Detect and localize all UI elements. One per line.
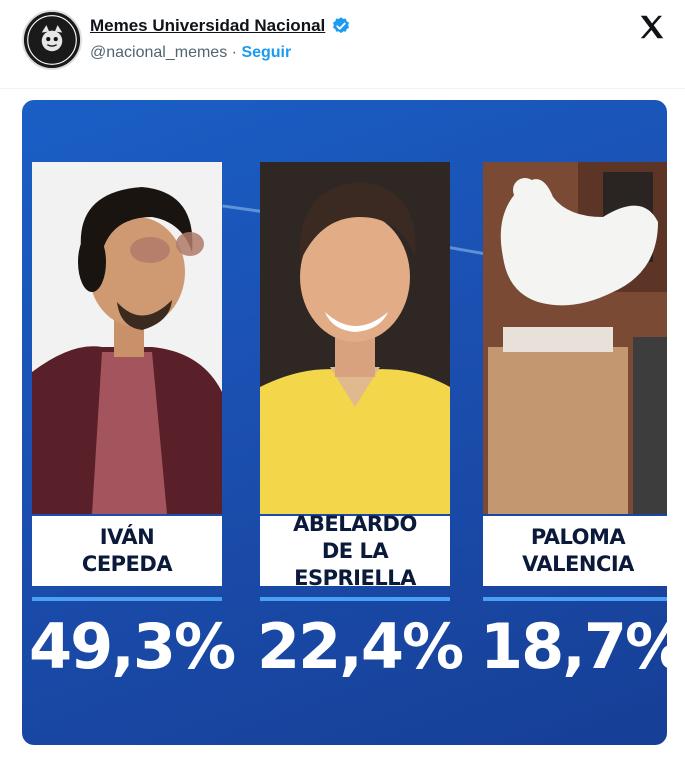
poll-graphic[interactable]: IVÁN CEPEDA 49,3% ABELARDO DE LA ESPRIEL… (22, 100, 667, 745)
candidate-divider-2 (260, 597, 450, 601)
candidate-name-box-3: PALOMA VALENCIA (483, 516, 667, 586)
candidate-photo-2 (260, 162, 450, 514)
avatar-graphic (24, 12, 80, 68)
follow-button[interactable]: Seguir (241, 44, 291, 61)
candidate-divider-3 (483, 597, 667, 601)
x-logo-icon[interactable] (637, 12, 667, 42)
candidate-photo-1 (32, 162, 222, 514)
candidate-name-2: ABELARDO DE LA ESPRIELLA (293, 511, 417, 590)
candidate-divider-1 (32, 597, 222, 601)
candidate-percent-1: 49,3% (29, 610, 236, 683)
avatar[interactable] (22, 10, 82, 70)
handle-row: @nacional_memes · Seguir (90, 44, 291, 62)
candidate-photo-3 (483, 162, 667, 514)
separator: · (231, 44, 237, 61)
candidate-name-3: PALOMA VALENCIA (522, 525, 634, 576)
display-name[interactable]: Memes Universidad Nacional (90, 16, 325, 36)
tweet-header: Memes Universidad Nacional @nacional_mem… (0, 0, 685, 80)
candidate-name-box-2: ABELARDO DE LA ESPRIELLA (260, 512, 450, 590)
candidate-name-1: IVÁN CEPEDA (81, 525, 173, 576)
candidate-name-box-1: IVÁN CEPEDA (32, 516, 222, 586)
verified-badge-icon (333, 17, 350, 34)
candidate-percent-3: 18,7% (480, 610, 667, 683)
candidate-percent-2: 22,4% (257, 610, 464, 683)
handle[interactable]: @nacional_memes (90, 44, 227, 61)
